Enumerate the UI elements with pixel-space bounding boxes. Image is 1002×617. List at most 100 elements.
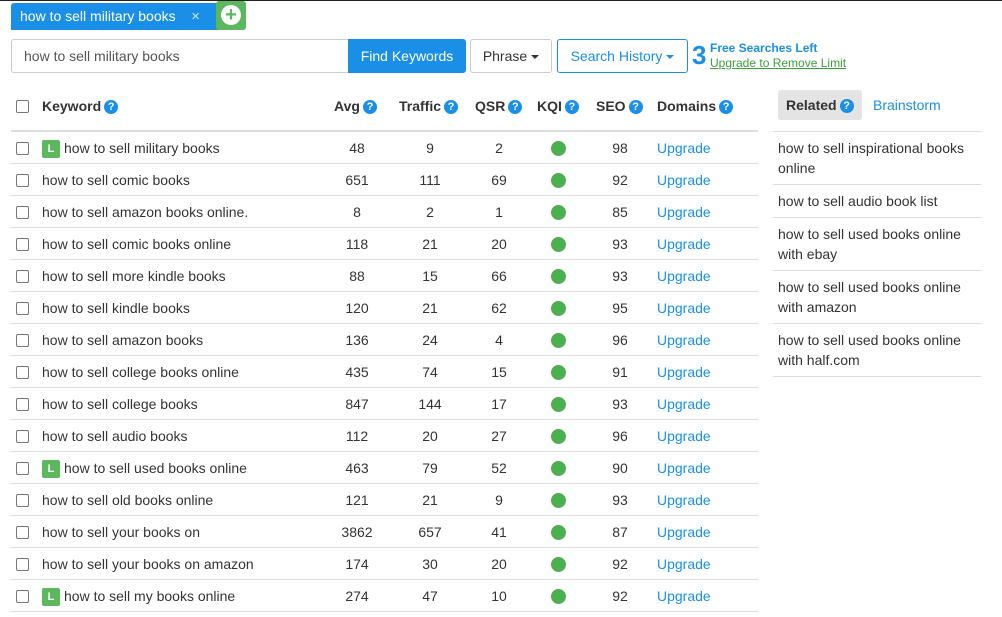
qsr-value: 20 [491, 236, 507, 252]
close-icon[interactable]: × [191, 3, 200, 30]
help-icon[interactable]: ? [508, 100, 523, 114]
phrase-dropdown[interactable]: Phrase [470, 39, 552, 73]
domains-upgrade-link[interactable]: Upgrade [657, 516, 711, 548]
domains-upgrade-link[interactable]: Upgrade [657, 356, 711, 388]
row-checkbox[interactable] [16, 334, 29, 347]
domains-upgrade-link[interactable]: Upgrade [657, 388, 711, 420]
header-domains[interactable]: Domains? [657, 98, 734, 114]
help-icon[interactable]: ? [839, 99, 854, 113]
row-checkbox[interactable] [16, 206, 29, 219]
keyword-text[interactable]: how to sell college books online [42, 364, 239, 380]
keyword-text[interactable]: how to sell military books [64, 140, 220, 156]
domains-upgrade-link[interactable]: Upgrade [657, 260, 711, 292]
keyword-text[interactable]: how to sell comic books [42, 172, 190, 188]
keyword-text[interactable]: how to sell amazon books [42, 332, 203, 348]
tab-related-label: Related [786, 97, 837, 113]
header-traffic[interactable]: Traffic? [399, 98, 459, 114]
row-checkbox[interactable] [16, 398, 29, 411]
qsr-value: 41 [491, 524, 507, 540]
keyword-text[interactable]: how to sell my books online [64, 588, 235, 604]
row-checkbox[interactable] [16, 590, 29, 603]
domains-upgrade-link[interactable]: Upgrade [657, 548, 711, 580]
header-qsr[interactable]: QSR? [475, 98, 523, 114]
help-icon[interactable]: ? [104, 100, 119, 114]
keyword-text[interactable]: how to sell old books online [42, 492, 213, 508]
row-checkbox[interactable] [16, 526, 29, 539]
related-item[interactable]: how to sell used books online with amazo… [773, 271, 981, 324]
traffic-value: 21 [422, 300, 438, 316]
row-checkbox[interactable] [16, 462, 29, 475]
row-checkbox[interactable] [16, 174, 29, 187]
domains-upgrade-link[interactable]: Upgrade [657, 580, 711, 612]
row-checkbox[interactable] [16, 270, 29, 283]
domains-upgrade-link[interactable]: Upgrade [657, 420, 711, 452]
header-avg[interactable]: Avg? [334, 98, 377, 114]
domains-upgrade-link[interactable]: Upgrade [657, 452, 711, 484]
related-item[interactable]: how to sell used books online with ebay [773, 218, 981, 271]
upgrade-limit-link[interactable]: Upgrade to Remove Limit [710, 56, 846, 70]
caret-down-icon [531, 55, 540, 60]
header-seo[interactable]: SEO? [596, 98, 643, 114]
kqi-indicator [551, 525, 566, 540]
help-icon[interactable]: ? [719, 100, 734, 114]
traffic-value: 9 [426, 140, 434, 156]
kqi-indicator [551, 205, 566, 220]
domains-upgrade-link[interactable]: Upgrade [657, 196, 711, 228]
traffic-value: 74 [422, 364, 438, 380]
keyword-text[interactable]: how to sell your books on amazon [42, 556, 254, 572]
header-keyword[interactable]: Keyword? [42, 98, 119, 114]
keyword-text[interactable]: how to sell kindle books [42, 300, 190, 316]
find-keywords-button[interactable]: Find Keywords [348, 39, 466, 73]
table-row: how to sell more kindle books 88 15 66 93 Upg… [11, 260, 758, 292]
header-kqi[interactable]: KQI? [537, 98, 579, 114]
tab-brainstorm[interactable]: Brainstorm [873, 90, 941, 120]
row-checkbox[interactable] [16, 366, 29, 379]
top-border [0, 0, 1002, 1]
row-checkbox[interactable] [16, 302, 29, 315]
help-icon[interactable]: ? [564, 100, 579, 114]
table-row: Lhow to sell my books online 274 47 10 92 Upg… [11, 580, 758, 612]
domains-upgrade-link[interactable]: Upgrade [657, 484, 711, 516]
search-history-dropdown[interactable]: Search History [557, 39, 688, 73]
domains-upgrade-link[interactable]: Upgrade [657, 164, 711, 196]
keyword-text[interactable]: how to sell audio books [42, 428, 188, 444]
qsr-value: 15 [491, 364, 507, 380]
tab-related[interactable]: Related? [778, 90, 862, 120]
domains-upgrade-link[interactable]: Upgrade [657, 324, 711, 356]
seo-value: 92 [612, 172, 628, 188]
help-icon[interactable]: ? [628, 100, 643, 114]
keyword-text[interactable]: how to sell more kindle books [42, 268, 226, 284]
keyword-text[interactable]: how to sell comic books online [42, 236, 231, 252]
avg-value: 463 [345, 460, 369, 476]
traffic-value: 657 [418, 524, 442, 540]
keyword-text[interactable]: how to sell college books [42, 396, 198, 412]
select-all-checkbox[interactable] [16, 100, 29, 113]
kqi-indicator [551, 365, 566, 380]
keyword-cell: how to sell your books on amazon [42, 548, 254, 580]
domains-upgrade-link[interactable]: Upgrade [657, 228, 711, 260]
add-tab-button[interactable]: + [216, 1, 246, 30]
related-item[interactable]: how to sell audio book list [773, 185, 981, 218]
search-input[interactable] [11, 39, 349, 73]
avg-value: 174 [345, 556, 369, 572]
keyword-text[interactable]: how to sell used books online [64, 460, 247, 476]
row-checkbox[interactable] [16, 558, 29, 571]
row-checkbox[interactable] [16, 238, 29, 251]
row-checkbox[interactable] [16, 494, 29, 507]
keyword-cell: how to sell your books on [42, 516, 200, 548]
search-tab[interactable]: how to sell military books × [11, 3, 238, 30]
related-item[interactable]: how to sell inspirational books online [773, 132, 981, 185]
kqi-indicator [551, 141, 566, 156]
phrase-label: Phrase [482, 48, 528, 64]
domains-upgrade-link[interactable]: Upgrade [657, 132, 711, 164]
avg-value: 651 [345, 172, 369, 188]
help-icon[interactable]: ? [444, 100, 459, 114]
row-checkbox[interactable] [16, 142, 29, 155]
help-icon[interactable]: ? [362, 100, 377, 114]
domains-upgrade-link[interactable]: Upgrade [657, 292, 711, 324]
keyword-text[interactable]: how to sell amazon books online. [42, 204, 248, 220]
related-item[interactable]: how to sell used books online with half.… [773, 324, 981, 377]
keyword-text[interactable]: how to sell your books on [42, 524, 200, 540]
keyword-cell: how to sell amazon books online. [42, 196, 248, 228]
row-checkbox[interactable] [16, 430, 29, 443]
